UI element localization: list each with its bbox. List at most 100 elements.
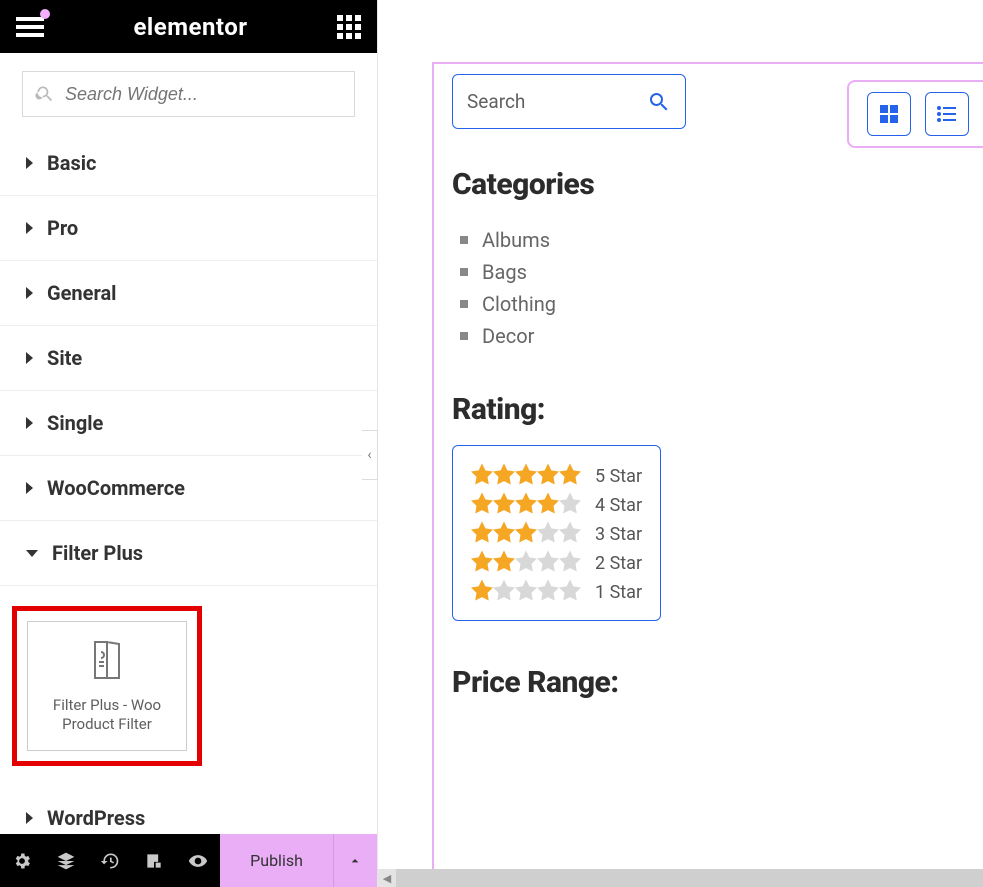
scroll-track[interactable]: [396, 869, 983, 887]
menu-card-icon: [87, 638, 127, 686]
star-icon: [493, 550, 515, 572]
category-wordpress[interactable]: WordPress: [0, 786, 377, 834]
menu-button[interactable]: [16, 17, 44, 37]
responsive-icon: [144, 851, 164, 871]
grid-icon: [877, 102, 901, 126]
star-icon: [559, 521, 581, 543]
filter-search-placeholder: Search: [467, 90, 647, 113]
list-icon: [935, 102, 959, 126]
caret-right-icon: [26, 352, 33, 364]
widget-categories: Basic Pro General Site Single WooCommerc…: [0, 131, 377, 834]
category-item-label: Albums: [482, 228, 550, 252]
filter-widget-preview: Search Categories Albums Bags Clothing D…: [432, 62, 752, 748]
editor-header: elementor: [0, 0, 377, 53]
filter-plus-widgets: Filter Plus - Woo Product Filter: [0, 586, 377, 786]
star-icon: [471, 550, 493, 572]
widget-title: Filter Plus - Woo Product Filter: [36, 696, 178, 735]
history-button[interactable]: [88, 834, 132, 887]
stars-3: [471, 521, 581, 547]
star-icon: [537, 492, 559, 514]
price-range-heading: Price Range:: [452, 665, 752, 700]
widget-search-box[interactable]: [22, 71, 355, 117]
category-filter-plus[interactable]: Filter Plus: [0, 521, 377, 586]
category-woocommerce[interactable]: WooCommerce: [0, 456, 377, 521]
star-icon: [537, 521, 559, 543]
star-icon: [493, 579, 515, 601]
caret-right-icon: [26, 417, 33, 429]
search-icon: [647, 90, 671, 114]
star-icon: [537, 550, 559, 572]
caret-right-icon: [26, 287, 33, 299]
responsive-button[interactable]: [132, 834, 176, 887]
editor-panel: elementor Basic Pro General Site Single …: [0, 0, 378, 887]
category-label: WordPress: [47, 806, 145, 830]
category-item[interactable]: Bags: [460, 260, 752, 284]
rating-label: 4 Star: [595, 495, 642, 516]
category-single[interactable]: Single: [0, 391, 377, 456]
widget-filter-plus-woo[interactable]: Filter Plus - Woo Product Filter: [27, 621, 187, 751]
category-item[interactable]: Clothing: [460, 292, 752, 316]
star-icon: [471, 579, 493, 601]
filter-search-box[interactable]: Search: [452, 74, 686, 129]
star-icon: [515, 550, 537, 572]
grid-view-button[interactable]: [867, 92, 911, 136]
star-icon: [471, 492, 493, 514]
star-icon: [515, 579, 537, 601]
widget-search-input[interactable]: [65, 84, 342, 105]
category-item-label: Decor: [482, 324, 534, 348]
category-general[interactable]: General: [0, 261, 377, 326]
category-label: Filter Plus: [52, 541, 143, 565]
preview-button[interactable]: [176, 834, 220, 887]
rating-option-3[interactable]: 3 Star: [471, 521, 642, 547]
category-label: Basic: [47, 151, 96, 175]
brand-logo: elementor: [133, 13, 247, 41]
rating-label: 3 Star: [595, 524, 642, 545]
navigator-button[interactable]: [44, 834, 88, 887]
categories-heading: Categories: [452, 167, 752, 202]
star-icon: [493, 492, 515, 514]
caret-right-icon: [26, 482, 33, 494]
category-item[interactable]: Decor: [460, 324, 752, 348]
panel-collapse-handle[interactable]: ‹: [362, 430, 378, 480]
apps-grid-button[interactable]: [337, 15, 361, 39]
stars-2: [471, 550, 581, 576]
settings-button[interactable]: [0, 834, 44, 887]
category-item-label: Bags: [482, 260, 527, 284]
stars-5: [471, 463, 581, 489]
chevron-up-icon: [347, 853, 363, 869]
category-item-label: Clothing: [482, 292, 556, 316]
category-item[interactable]: Albums: [460, 228, 752, 252]
widget-search: [0, 53, 377, 131]
scroll-left-arrow-icon[interactable]: ◀: [378, 869, 396, 887]
star-icon: [515, 521, 537, 543]
publish-button[interactable]: Publish: [220, 834, 333, 887]
history-icon: [100, 851, 120, 871]
rating-option-4[interactable]: 4 Star: [471, 492, 642, 518]
publish-options-button[interactable]: [333, 834, 377, 887]
star-icon: [559, 492, 581, 514]
category-site[interactable]: Site: [0, 326, 377, 391]
star-icon: [471, 521, 493, 543]
caret-right-icon: [26, 222, 33, 234]
caret-down-icon: [26, 550, 38, 557]
stars-4: [471, 492, 581, 518]
rating-option-2[interactable]: 2 Star: [471, 550, 642, 576]
category-label: Site: [47, 346, 82, 370]
star-icon: [515, 492, 537, 514]
search-icon: [35, 84, 55, 104]
list-view-button[interactable]: [925, 92, 969, 136]
editor-footer: Publish: [0, 834, 377, 887]
horizontal-scrollbar[interactable]: ◀: [378, 869, 983, 887]
rating-option-1[interactable]: 1 Star: [471, 579, 642, 605]
rating-label: 1 Star: [595, 582, 642, 603]
rating-option-5[interactable]: 5 Star: [471, 463, 642, 489]
star-icon: [515, 463, 537, 485]
rating-filter-box: 5 Star 4 Star 3 Star: [452, 445, 661, 621]
rating-heading: Rating:: [452, 392, 752, 427]
category-basic[interactable]: Basic: [0, 131, 377, 196]
caret-right-icon: [26, 157, 33, 169]
notification-dot-icon: [40, 9, 50, 19]
category-label: Single: [47, 411, 103, 435]
star-icon: [537, 579, 559, 601]
category-pro[interactable]: Pro: [0, 196, 377, 261]
